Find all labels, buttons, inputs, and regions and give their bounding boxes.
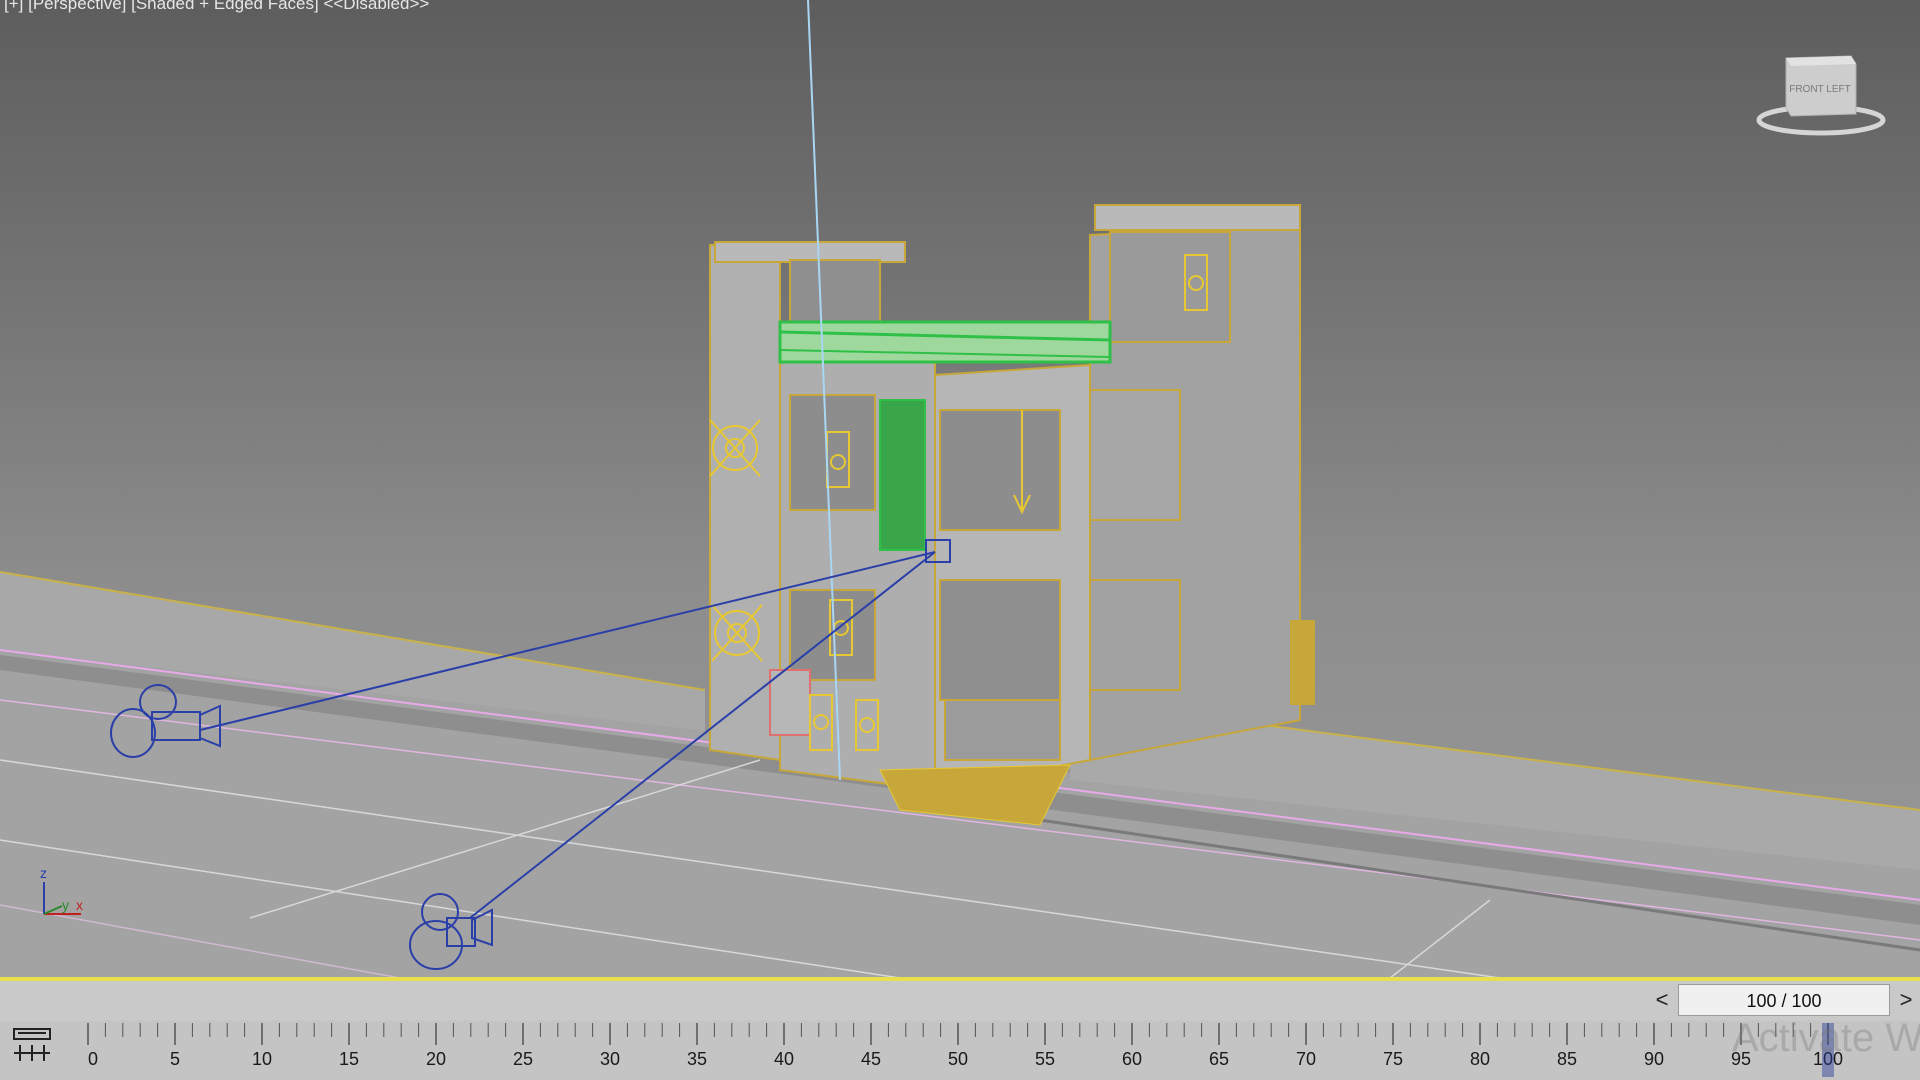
axis-y-label: y — [62, 897, 69, 913]
viewport-status-label: <<Disabled>> — [323, 0, 430, 13]
perspective-viewport[interactable]: [+] [Perspective] [Shaded + Edged Faces]… — [0, 0, 1920, 978]
track-tick-label: 50 — [948, 1049, 968, 1069]
track-tick-label: 60 — [1122, 1049, 1142, 1069]
building-model-icon — [709, 204, 1315, 826]
viewport-shading-menu[interactable]: [Shaded + Edged Faces] — [131, 0, 319, 13]
track-tick-label: 10 — [252, 1049, 272, 1069]
time-slider-next-button[interactable]: > — [1892, 984, 1920, 1016]
track-tick-label: 85 — [1557, 1049, 1577, 1069]
track-tick-label: 90 — [1644, 1049, 1664, 1069]
track-tick-label: 15 — [339, 1049, 359, 1069]
viewport-plus-menu[interactable]: [+] — [4, 0, 23, 13]
track-tick-label: 40 — [774, 1049, 794, 1069]
track-tick-label: 70 — [1296, 1049, 1316, 1069]
track-tick-label: 45 — [861, 1049, 881, 1069]
scene-canvas[interactable] — [0, 0, 1920, 978]
track-tick-label: 0 — [88, 1049, 98, 1069]
track-tick-label: 80 — [1470, 1049, 1490, 1069]
axis-x-label: x — [76, 897, 83, 913]
activate-windows-watermark: Activate Win — [1732, 1016, 1920, 1060]
track-tick-label: 75 — [1383, 1049, 1403, 1069]
track-tick-label: 5 — [170, 1049, 180, 1069]
track-tick-label: 55 — [1035, 1049, 1055, 1069]
viewcube-face-label: FRONT LEFT — [1789, 84, 1850, 95]
track-tick-label: 25 — [513, 1049, 533, 1069]
viewcube-icon[interactable]: FRONT LEFT — [1756, 52, 1886, 142]
track-tick-label: 35 — [687, 1049, 707, 1069]
axis-tripod: z y x — [40, 865, 83, 915]
track-tick-label: 30 — [600, 1049, 620, 1069]
max-app-window: [+] [Perspective] [Shaded + Edged Faces]… — [0, 0, 1920, 1080]
axis-z-label: z — [40, 865, 47, 881]
track-bar-ruler[interactable]: 0510152025303540455055606570758085909510… — [80, 1021, 1920, 1080]
track-tick-label: 20 — [426, 1049, 446, 1069]
mini-curve-editor-icon[interactable] — [10, 1027, 54, 1067]
track-tick-label: 65 — [1209, 1049, 1229, 1069]
time-slider-track[interactable] — [0, 981, 1920, 1021]
viewport-pov-menu[interactable]: [Perspective] — [28, 0, 126, 13]
time-slider-thumb[interactable]: 100 / 100 — [1678, 984, 1890, 1016]
time-slider-prev-button[interactable]: < — [1648, 984, 1676, 1016]
viewport-label-menu[interactable]: [+] [Perspective] [Shaded + Edged Faces]… — [4, 0, 429, 14]
